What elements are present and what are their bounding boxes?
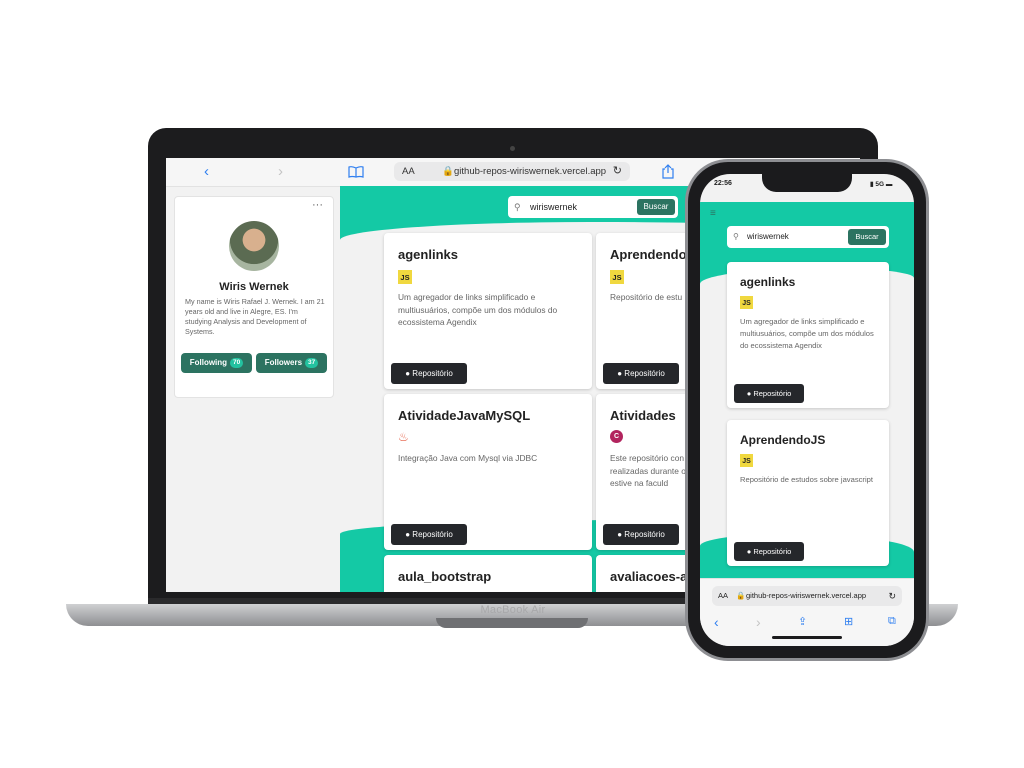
phone-address-bar[interactable]: AA 🔒 github-repos-wiriswernek.vercel.app…: [712, 586, 902, 606]
following-label: Following: [189, 358, 228, 367]
javascript-icon: JS: [740, 296, 753, 309]
search-input[interactable]: wiriswernek: [530, 196, 577, 218]
url-text: github-repos-wiriswernek.vercel.app: [454, 166, 607, 177]
repository-button-label: Repositório: [624, 369, 665, 378]
followers-label: Followers: [264, 358, 303, 367]
share-icon[interactable]: ⇪: [798, 615, 807, 628]
phone-url-text: github-repos-wiriswernek.vercel.app: [746, 591, 867, 600]
javascript-icon: JS: [398, 270, 412, 284]
search-button[interactable]: Buscar: [637, 199, 675, 215]
javascript-icon: JS: [610, 270, 624, 284]
text-size-button[interactable]: AA: [402, 162, 415, 181]
forward-icon[interactable]: ›: [756, 614, 761, 630]
repository-button[interactable]: ● Repositório: [603, 363, 679, 384]
repo-description: Repositório de estudos sobre javascript: [740, 475, 873, 484]
repository-button[interactable]: ● Repositório: [391, 524, 467, 545]
repo-description: Integração Java com Mysql via JDBC: [398, 453, 538, 463]
github-icon: ●: [746, 547, 752, 556]
repository-button[interactable]: ● Repositório: [391, 363, 467, 384]
github-icon: ●: [617, 530, 623, 539]
repository-button[interactable]: ● Repositório: [734, 384, 804, 403]
signal-icon: ▮: [870, 181, 874, 188]
phone-repo-card: agenlinks JS Um agregador de links simpl…: [727, 262, 889, 408]
github-icon: ●: [746, 389, 752, 398]
text-size-button[interactable]: AA: [718, 586, 728, 606]
bookmarks-icon[interactable]: ⊞: [844, 615, 853, 628]
profile-card: ··· Wiris Wernek My name is Wiris Rafael…: [174, 196, 334, 398]
repo-title: AprendendoJS: [740, 433, 826, 447]
javascript-icon: JS: [740, 454, 753, 467]
lock-icon: 🔒: [736, 591, 746, 600]
repo-title: AtividadeJavaMySQL: [398, 408, 531, 423]
status-time: 22:56: [714, 180, 732, 187]
network-type: 5G: [875, 181, 885, 188]
repo-title: Atividades: [610, 408, 676, 423]
phone-screen: 22:56 ▮ 5G ▬ ≡ ⚲ wiriswernek Buscar agen…: [700, 174, 914, 646]
more-options-icon[interactable]: ···: [312, 199, 323, 211]
repo-title: Aprendendo.: [610, 247, 691, 262]
github-icon: ●: [617, 369, 623, 378]
repo-card: agenlinks JS Um agregador de links simpl…: [384, 233, 592, 389]
reload-icon[interactable]: ↻: [888, 586, 896, 606]
repo-description: Um agregador de links simplificado e mul…: [740, 317, 874, 350]
github-icon: ●: [405, 369, 411, 378]
search-icon: ⚲: [514, 202, 521, 212]
forward-icon[interactable]: ›: [278, 163, 283, 180]
lock-icon: 🔒: [442, 166, 454, 177]
repo-title: aula_bootstrap: [398, 569, 492, 584]
search-box[interactable]: ⚲ wiriswernek Buscar: [508, 196, 678, 218]
reload-icon[interactable]: ↻: [613, 162, 622, 181]
repo-title: agenlinks: [398, 247, 458, 262]
repository-button-label: Repositório: [624, 530, 665, 539]
repository-button[interactable]: ● Repositório: [734, 542, 804, 561]
repo-description: Um agregador de links simplificado e mul…: [398, 292, 558, 327]
github-icon: ●: [405, 530, 411, 539]
repo-title: agenlinks: [740, 275, 796, 289]
phone-search-button[interactable]: Buscar: [848, 229, 886, 245]
csharp-icon: C: [610, 430, 623, 443]
followers-button[interactable]: Followers 37: [256, 353, 327, 373]
repository-button-label: Repositório: [412, 530, 453, 539]
repo-title: avaliacoes-ap: [610, 569, 696, 584]
menu-icon[interactable]: ≡: [710, 208, 716, 219]
status-network: ▮ 5G ▬: [870, 180, 892, 188]
repo-card: AtividadeJavaMySQL ♨ Integração Java com…: [384, 394, 592, 550]
java-icon: ♨: [398, 430, 409, 444]
profile-bio: My name is Wiris Rafael J. Wernek. I am …: [185, 297, 325, 336]
profile-name: Wiris Wernek: [219, 281, 289, 293]
phone-repo-card: AprendendoJS JS Repositório de estudos s…: [727, 420, 889, 566]
repository-button-label: Repositório: [412, 369, 453, 378]
bookmarks-icon[interactable]: [348, 166, 364, 178]
phone-search-input[interactable]: wiriswernek: [747, 226, 789, 248]
following-count: 70: [230, 357, 244, 368]
tabs-icon[interactable]: ⧉: [888, 615, 896, 628]
battery-icon: ▬: [885, 181, 893, 188]
avatar: [229, 221, 279, 271]
home-indicator: [772, 636, 842, 639]
repository-button[interactable]: ● Repositório: [603, 524, 679, 545]
dynamic-island: [762, 174, 852, 192]
back-icon[interactable]: ‹: [204, 163, 209, 180]
repository-button-label: Repositório: [753, 389, 792, 398]
laptop-notch: [436, 618, 588, 628]
following-button[interactable]: Following 70: [181, 353, 252, 373]
search-icon: ⚲: [733, 232, 739, 241]
share-icon[interactable]: [662, 164, 674, 179]
phone-search-box[interactable]: ⚲ wiriswernek Buscar: [727, 226, 889, 248]
address-bar[interactable]: AA 🔒 github-repos-wiriswernek.vercel.app…: [394, 162, 630, 181]
followers-count: 37: [305, 357, 319, 368]
repository-button-label: Repositório: [753, 547, 792, 556]
repo-card: aula_bootstrap: [384, 555, 592, 592]
laptop-camera: [510, 146, 515, 151]
back-icon[interactable]: ‹: [714, 614, 719, 630]
